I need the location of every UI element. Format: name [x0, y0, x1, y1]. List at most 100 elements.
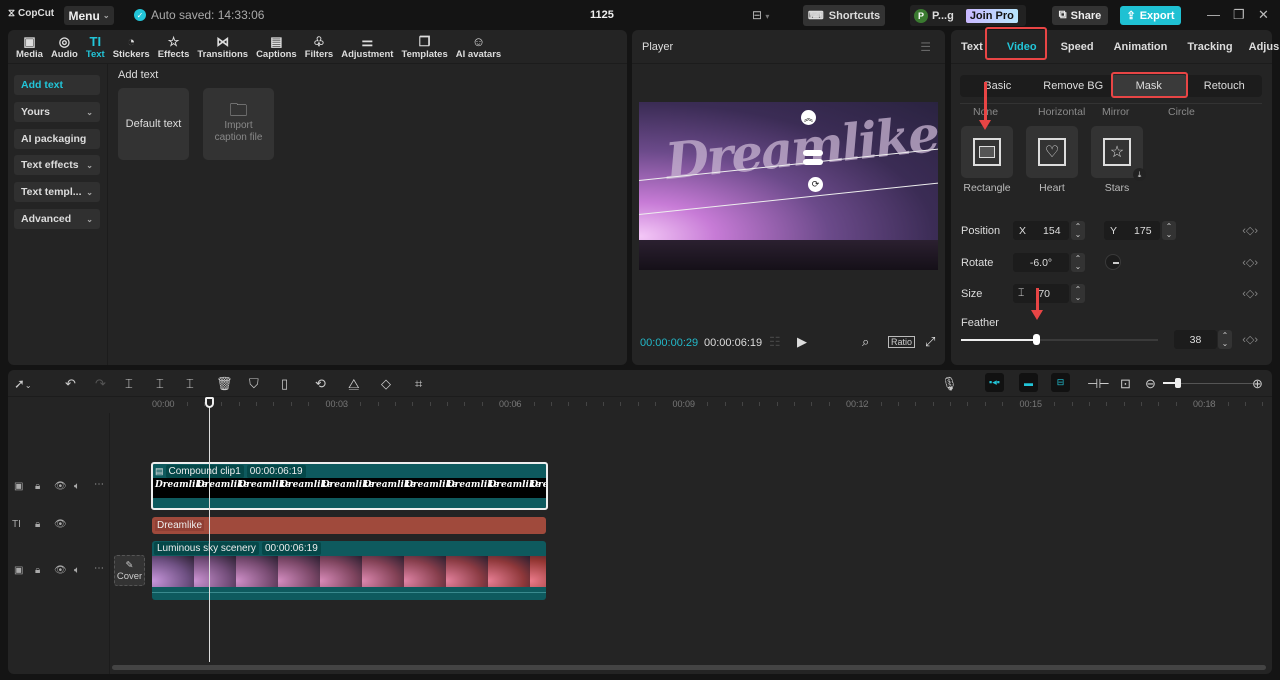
position-x-stepper[interactable]: ⌃ ⌄: [1071, 221, 1085, 240]
split-right-icon[interactable]: ⌶: [186, 376, 194, 392]
tool-transitions[interactable]: ⋈ Transitions: [193, 30, 252, 64]
text-clip[interactable]: Dreamlike: [152, 517, 546, 534]
compound-clip[interactable]: ▤ Compound clip1 00:00:06:19 Dreamlike Dr…: [151, 462, 548, 510]
select-cursor-icon[interactable]: ➚⌄: [14, 376, 32, 392]
split-screen-icon[interactable]: ⊣⊢: [1087, 376, 1110, 392]
default-text-card[interactable]: Default text: [118, 88, 189, 160]
tool-ai-avatars[interactable]: ☺ AI avatars: [452, 30, 505, 64]
share-button[interactable]: ⧉ Share: [1052, 6, 1108, 25]
time-ruler[interactable]: 00:00 00:03 00:06 00:09 00:12 00:15 00:18: [8, 397, 1272, 413]
subtab-basic[interactable]: Basic: [960, 75, 1036, 97]
rotate-stepper[interactable]: ⌃ ⌄: [1071, 253, 1085, 272]
rotate-icon[interactable]: ◇: [381, 376, 391, 392]
feather-handle-icon[interactable]: ︽: [801, 110, 816, 125]
shortcuts-button[interactable]: ⌨ Shortcuts: [803, 5, 885, 26]
nav-ai-packaging[interactable]: AI packaging: [14, 129, 100, 149]
undo-icon[interactable]: ↶: [65, 376, 76, 392]
rotate-handle-icon[interactable]: ⟳: [808, 177, 823, 192]
video-clip[interactable]: Luminous sky scenery 00:00:06:19: [152, 541, 546, 600]
playhead-line[interactable]: [209, 400, 210, 662]
audio-icon[interactable]: 🔈︎: [74, 565, 80, 576]
freeze-icon[interactable]: ▯: [281, 376, 288, 392]
tab-speed[interactable]: Speed: [1051, 41, 1104, 53]
mask-rectangle-card[interactable]: [961, 126, 1013, 178]
nav-yours[interactable]: Yours ⌄: [14, 102, 100, 122]
reverse-icon[interactable]: ⟲: [315, 376, 326, 392]
mirror-icon[interactable]: ⧋: [348, 376, 360, 392]
mask-mirror[interactable]: Mirror: [1102, 106, 1129, 118]
mask-stars-card[interactable]: ☆ ⤓: [1091, 126, 1146, 181]
preview-axis-icon[interactable]: ⊡: [1120, 376, 1131, 392]
timeline-grid-icon[interactable]: ☷: [769, 334, 781, 350]
feather-stepper[interactable]: ⌃ ⌄: [1218, 330, 1232, 349]
tool-stickers[interactable]: ◔ Stickers: [109, 30, 154, 64]
redo-icon[interactable]: ↷: [95, 376, 106, 392]
user-account[interactable]: P P...g Join Pro: [910, 5, 1026, 26]
nav-text-templates[interactable]: Text templ... ⌄: [14, 182, 100, 202]
nav-advanced[interactable]: Advanced ⌄: [14, 209, 100, 229]
more-icon[interactable]: ⋯: [94, 563, 104, 574]
delete-icon[interactable]: 🗑: [216, 376, 233, 392]
split-left-icon[interactable]: ⌶: [156, 376, 164, 392]
feather-slider-handle[interactable]: [1033, 334, 1040, 345]
split-icon[interactable]: ⌶: [125, 376, 133, 392]
tool-audio[interactable]: ◎ Audio: [47, 30, 82, 64]
zoom-slider-handle[interactable]: [1175, 378, 1181, 388]
position-y-field[interactable]: Y 175: [1104, 221, 1160, 240]
feather-field[interactable]: 38: [1174, 330, 1217, 349]
project-title[interactable]: 1125: [590, 9, 614, 21]
lock-icon[interactable]: 🔒︎: [35, 519, 40, 530]
tab-adjustment[interactable]: Adjus: [1243, 41, 1280, 53]
keyframe-icon[interactable]: ‹◇›: [1242, 224, 1258, 237]
tab-tracking[interactable]: Tracking: [1177, 41, 1242, 53]
ratio-button[interactable]: Ratio: [888, 336, 916, 348]
audio-icon[interactable]: 🔈︎: [74, 481, 80, 492]
join-pro-button[interactable]: Join Pro: [965, 8, 1018, 23]
nav-text-effects[interactable]: Text effects ⌄: [14, 155, 100, 175]
zoom-fit-icon[interactable]: ⌕: [862, 334, 869, 350]
keyframe-icon[interactable]: ‹◇›: [1242, 333, 1258, 346]
export-button[interactable]: ⇪ Export: [1120, 6, 1181, 25]
close-icon[interactable]: ✕: [1258, 7, 1269, 23]
nav-add-text[interactable]: Add text: [14, 75, 100, 95]
keyframe-icon[interactable]: ‹◇›: [1242, 287, 1258, 300]
subtab-remove-bg[interactable]: Remove BG: [1036, 75, 1112, 97]
fullscreen-icon[interactable]: ⤢: [925, 334, 935, 350]
size-stepper[interactable]: ⌃ ⌄: [1071, 284, 1085, 303]
rotate-dial[interactable]: [1105, 254, 1121, 270]
tool-adjustment[interactable]: ⚌ Adjustment: [337, 30, 397, 64]
eye-icon[interactable]: 👁︎: [54, 565, 67, 576]
minimize-icon[interactable]: —: [1207, 7, 1220, 22]
subtab-retouch[interactable]: Retouch: [1187, 75, 1263, 97]
hamburger-icon[interactable]: ☰: [920, 40, 931, 54]
size-field[interactable]: ⌶ 70: [1013, 284, 1069, 303]
eye-icon[interactable]: 👁︎: [54, 519, 67, 530]
tool-filters[interactable]: ♧ Filters: [301, 30, 338, 64]
lock-icon[interactable]: 🔒︎: [35, 565, 40, 576]
mask-horizontal[interactable]: Horizontal: [1038, 106, 1085, 118]
tool-effects[interactable]: ☆ Effects: [154, 30, 194, 64]
cover-button[interactable]: ✎ Cover: [114, 555, 145, 586]
marker-icon[interactable]: ⛉: [249, 376, 259, 392]
mask-circle[interactable]: Circle: [1168, 106, 1195, 118]
restore-icon[interactable]: ❐: [1233, 7, 1245, 23]
lock-icon[interactable]: 🔒︎: [35, 481, 40, 492]
resize-handle[interactable]: [803, 150, 823, 156]
video-preview[interactable]: Dreamlike ︽ ⟳: [639, 102, 938, 270]
mask-heart-card[interactable]: ♡: [1026, 126, 1078, 178]
layout-icon[interactable]: ⊟ ▾: [752, 8, 769, 22]
tool-templates[interactable]: ❐ Templates: [397, 30, 451, 64]
linkage-icon[interactable]: ⊟: [1051, 373, 1070, 392]
import-caption-card[interactable]: 🗀 Import caption file: [203, 88, 274, 160]
crop-icon[interactable]: ⌗: [415, 376, 422, 392]
main-track-magnet-icon[interactable]: ▪◂▪: [985, 373, 1004, 392]
horizontal-scrollbar[interactable]: [112, 665, 1266, 670]
zoom-out-icon[interactable]: ⊖: [1145, 376, 1156, 392]
keyframe-icon[interactable]: ‹◇›: [1242, 256, 1258, 269]
eye-icon[interactable]: 👁︎: [54, 481, 67, 492]
tab-animation[interactable]: Animation: [1104, 41, 1178, 53]
microphone-icon[interactable]: 🎙: [941, 376, 958, 392]
zoom-in-icon[interactable]: ⊕: [1252, 376, 1263, 392]
tool-media[interactable]: ▣ Media: [12, 30, 47, 64]
more-icon[interactable]: ⋯: [94, 479, 104, 490]
